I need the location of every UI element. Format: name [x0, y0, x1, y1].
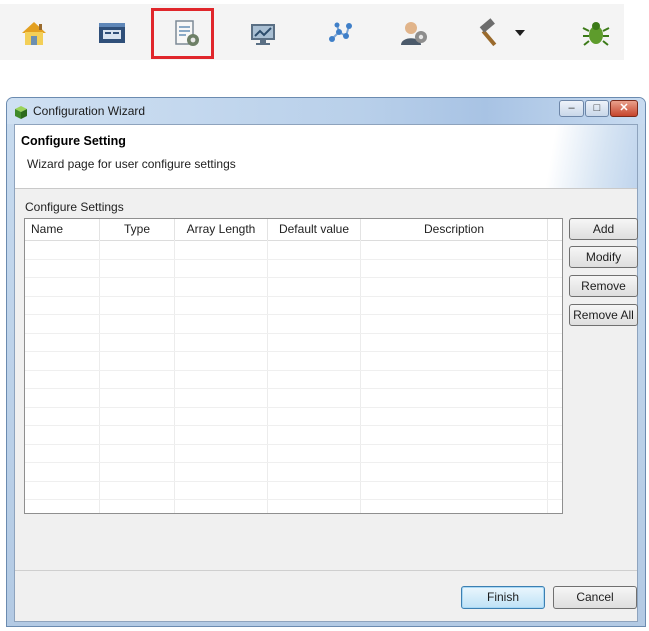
minimize-button[interactable]: –	[559, 100, 584, 117]
wizard-app-icon	[13, 104, 29, 120]
column-header-name[interactable]: Name	[25, 219, 100, 240]
grid-column-line	[267, 240, 268, 513]
close-icon: ✕	[619, 102, 629, 114]
table-row-line	[25, 481, 562, 482]
modify-button[interactable]: Modify	[569, 246, 638, 268]
table-row-line	[25, 444, 562, 445]
table-row-line	[25, 351, 562, 352]
table-row-line	[25, 314, 562, 315]
remove-all-button[interactable]: Remove All	[569, 304, 638, 326]
grid-column-line	[360, 240, 361, 513]
window-title: Configuration Wizard	[33, 104, 146, 118]
grid-column-line	[99, 240, 100, 513]
cancel-button[interactable]: Cancel	[553, 586, 637, 609]
table-header: Name Type Array Length Default value Des…	[25, 219, 562, 241]
finish-button[interactable]: Finish	[461, 586, 545, 609]
wizard-client-area: Configure Setting Wizard page for user c…	[14, 124, 638, 622]
column-header-default-value[interactable]: Default value	[268, 219, 361, 240]
table-row-line	[25, 407, 562, 408]
table-row-line	[25, 277, 562, 278]
table-row-line	[25, 462, 562, 463]
wizard-header: Configure Setting Wizard page for user c…	[15, 125, 637, 189]
page-description: Wizard page for user configure settings	[27, 157, 236, 171]
table-row-line	[25, 259, 562, 260]
user-gear-icon[interactable]	[398, 17, 430, 49]
main-toolbar	[0, 4, 624, 60]
hammer-build-icon[interactable]	[475, 17, 507, 49]
dropdown-arrow-icon[interactable]	[513, 17, 527, 49]
maximize-icon: □	[593, 102, 601, 114]
home-icon[interactable]	[18, 17, 50, 49]
column-header-array-length[interactable]: Array Length	[175, 219, 268, 240]
close-button[interactable]: ✕	[610, 100, 638, 117]
monitor-icon[interactable]	[247, 17, 279, 49]
column-header-type[interactable]: Type	[100, 219, 175, 240]
column-header-description[interactable]: Description	[361, 219, 548, 240]
bug-debug-icon[interactable]	[580, 17, 612, 49]
window-settings-icon[interactable]	[96, 17, 128, 49]
configuration-wizard-window: Configuration Wizard – □ ✕ Configure Set…	[6, 97, 646, 627]
add-button[interactable]: Add	[569, 218, 638, 240]
page-title: Configure Setting	[21, 134, 126, 148]
table-row-line	[25, 499, 562, 500]
settings-table[interactable]: Name Type Array Length Default value Des…	[24, 218, 563, 514]
settings-group-label: Configure Settings	[25, 200, 124, 214]
network-nodes-icon[interactable]	[324, 17, 356, 49]
table-row-line	[25, 333, 562, 334]
grid-column-line	[174, 240, 175, 513]
remove-button[interactable]: Remove	[569, 275, 638, 297]
maximize-button[interactable]: □	[585, 100, 609, 117]
window-titlebar[interactable]: Configuration Wizard – □ ✕	[7, 98, 645, 124]
table-row-line	[25, 370, 562, 371]
table-row-line	[25, 296, 562, 297]
grid-column-line	[547, 240, 548, 513]
minimize-icon: –	[568, 102, 575, 114]
table-row-line	[25, 425, 562, 426]
header-decoration	[517, 125, 637, 188]
table-row-line	[25, 388, 562, 389]
column-header-filler	[548, 219, 562, 240]
highlight-box	[151, 8, 214, 59]
footer-divider	[15, 570, 637, 571]
